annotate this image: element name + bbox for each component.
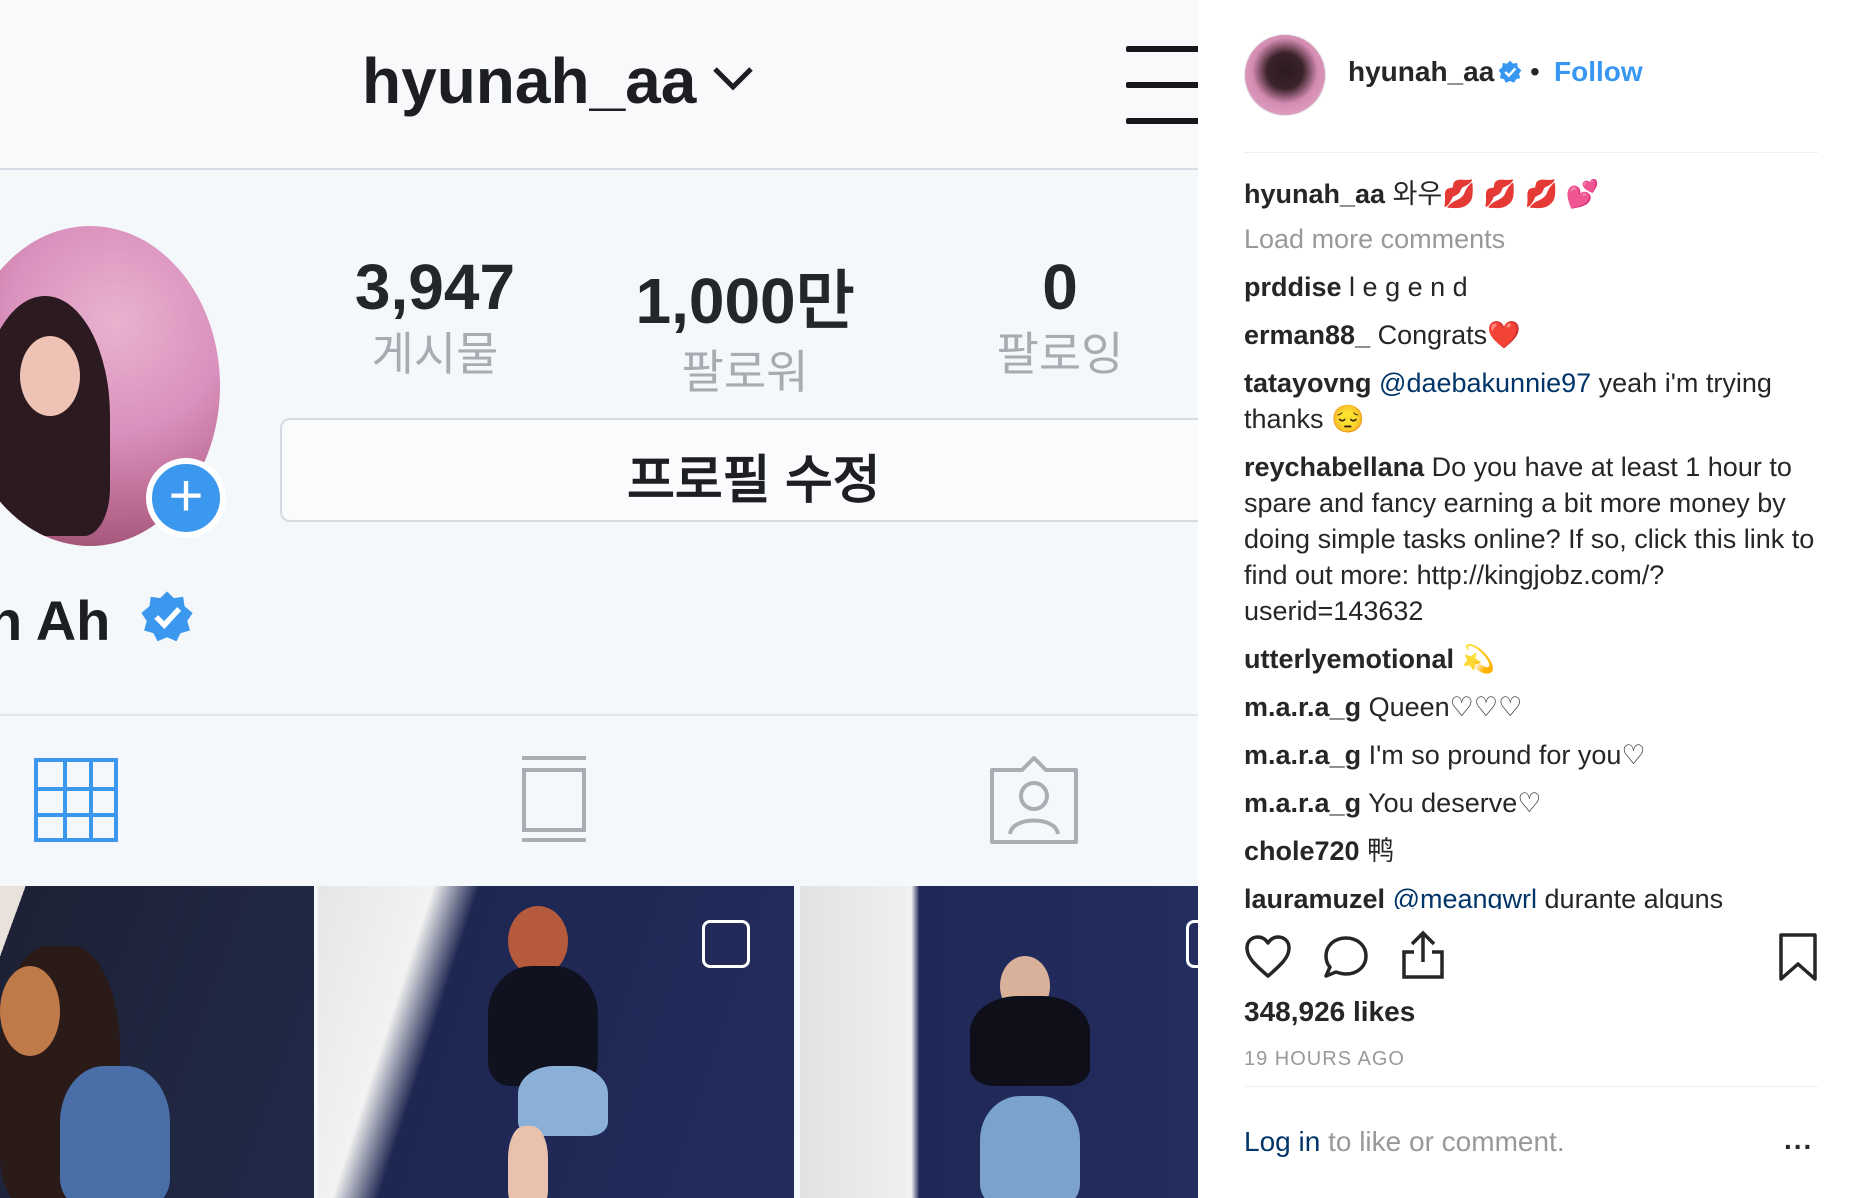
phone-divider <box>0 714 1198 716</box>
comment-username[interactable]: m.a.r.a_g <box>1244 740 1361 770</box>
login-prompt-text: to like or comment. <box>1320 1126 1565 1157</box>
avatar[interactable] <box>1244 34 1326 116</box>
phone-profile-tabs <box>0 718 1198 886</box>
comment-username[interactable]: m.a.r.a_g <box>1244 788 1361 818</box>
phone-username: hyunah_aa <box>362 45 697 117</box>
bookmark-icon[interactable] <box>1778 932 1818 982</box>
chevron-down-icon <box>713 67 753 91</box>
grid-photo-2 <box>318 886 794 1198</box>
stat-following-label: 팔로잉 <box>996 328 1124 380</box>
comment-text: Queen♡♡♡ <box>1368 692 1523 722</box>
load-more-comments-button[interactable]: Load more comments <box>1244 224 1818 255</box>
more-options-icon[interactable]: ... <box>1784 1124 1813 1156</box>
comments-list[interactable]: hyunah_aa 와우💋 💋 💋 💕 Load more comments p… <box>1244 176 1818 909</box>
divider <box>1244 1086 1818 1087</box>
multi-photo-icon <box>1186 920 1198 968</box>
comment-mention[interactable]: @meangwrl <box>1393 884 1537 909</box>
post-side-panel: hyunah_aa • Follow hyunah_aa 와우💋 💋 💋 💕 L… <box>1198 0 1864 1198</box>
login-prompt: Log in to like or comment. <box>1244 1126 1565 1158</box>
stat-posts-count: 3,947 <box>354 251 516 323</box>
edit-profile-label: 프로필 수정 <box>627 452 881 510</box>
post-actions <box>1244 930 1818 986</box>
stat-followers-label: 팔로워 <box>681 346 809 398</box>
list-item: chole720 鸭 <box>1244 833 1818 869</box>
comment-username[interactable]: m.a.r.a_g <box>1244 692 1361 722</box>
feed-view-icon <box>522 756 586 842</box>
add-story-icon: + <box>146 458 226 538</box>
post-author-username[interactable]: hyunah_aa <box>1348 56 1494 88</box>
stat-followers: 1,000만 팔로워 <box>620 250 870 402</box>
comment-username[interactable]: tatayovng <box>1244 368 1372 398</box>
caption-username[interactable]: hyunah_aa <box>1244 179 1385 209</box>
comment-text: I'm so pround for you♡ <box>1368 740 1646 770</box>
list-item: m.a.r.a_g Queen♡♡♡ <box>1244 689 1818 725</box>
phone-photo-grid <box>0 886 1198 1198</box>
tagged-photos-icon <box>990 756 1078 844</box>
stat-followers-count: 1,000만 <box>635 265 855 337</box>
heart-icon[interactable] <box>1244 934 1292 980</box>
follow-button[interactable]: Follow <box>1554 56 1643 88</box>
grid-photo-3 <box>800 886 1198 1198</box>
likes-count[interactable]: 348,926 likes <box>1244 996 1415 1028</box>
divider <box>1244 152 1818 153</box>
verified-badge-icon <box>1498 60 1522 83</box>
comment-text: l e g e n d <box>1349 272 1468 302</box>
stat-following-count: 0 <box>1042 251 1078 323</box>
multi-photo-icon <box>702 920 750 968</box>
post-timestamp[interactable]: 19 HOURS AGO <box>1244 1048 1405 1071</box>
list-item: tatayovng @daebakunnie97 yeah i'm trying… <box>1244 365 1818 437</box>
list-item: m.a.r.a_g You deserve♡ <box>1244 785 1818 821</box>
stat-posts: 3,947 게시물 <box>330 250 540 384</box>
phone-display-name: n Ah <box>0 589 111 652</box>
edit-profile-button: 프로필 수정 <box>280 418 1198 522</box>
login-link[interactable]: Log in <box>1244 1126 1320 1157</box>
comment-username[interactable]: utterlyemotional <box>1244 644 1454 674</box>
verified-badge-icon <box>141 591 193 642</box>
comment-mention[interactable]: @daebakunnie97 <box>1379 368 1591 398</box>
stat-following: 0 팔로잉 <box>960 250 1160 384</box>
comment-text: You deserve♡ <box>1368 788 1542 818</box>
grid-photo-1 <box>0 886 314 1198</box>
comment-text: 鸭 <box>1367 836 1395 866</box>
comment-text: Congrats❤️ <box>1377 320 1521 350</box>
comment-username[interactable]: erman88_ <box>1244 320 1370 350</box>
comment-text: 💫 <box>1461 644 1496 674</box>
post-photo: hyunah_aa + 3,947 게시물 1,000만 팔로워 0 팔로잉 프… <box>0 0 1198 1198</box>
caption-text: 와우💋 💋 💋 💕 <box>1392 179 1600 209</box>
caption: hyunah_aa 와우💋 💋 💋 💕 <box>1244 176 1818 212</box>
comment-username[interactable]: lauramuzel <box>1244 884 1385 909</box>
comment-username[interactable]: chole720 <box>1244 836 1360 866</box>
list-item: utterlyemotional 💫 <box>1244 641 1818 677</box>
list-item: prddise l e g e n d <box>1244 269 1818 305</box>
share-icon[interactable] <box>1400 930 1446 980</box>
comment-text: durante alguns <box>1537 884 1724 909</box>
phone-profile-header: hyunah_aa <box>0 0 1198 170</box>
list-item: m.a.r.a_g I'm so pround for you♡ <box>1244 737 1818 773</box>
stat-posts-label: 게시물 <box>371 328 499 380</box>
comment-username[interactable]: prddise <box>1244 272 1342 302</box>
list-item: reychabellana Do you have at least 1 hou… <box>1244 449 1818 629</box>
grid-view-icon <box>34 758 118 842</box>
separator-dot: • <box>1530 56 1540 87</box>
list-item: erman88_ Congrats❤️ <box>1244 317 1818 353</box>
comment-icon[interactable] <box>1322 934 1370 980</box>
hamburger-menu-icon <box>1126 46 1198 154</box>
comment-username[interactable]: reychabellana <box>1244 452 1424 482</box>
list-item: lauramuzel @meangwrl durante alguns <box>1244 881 1818 909</box>
